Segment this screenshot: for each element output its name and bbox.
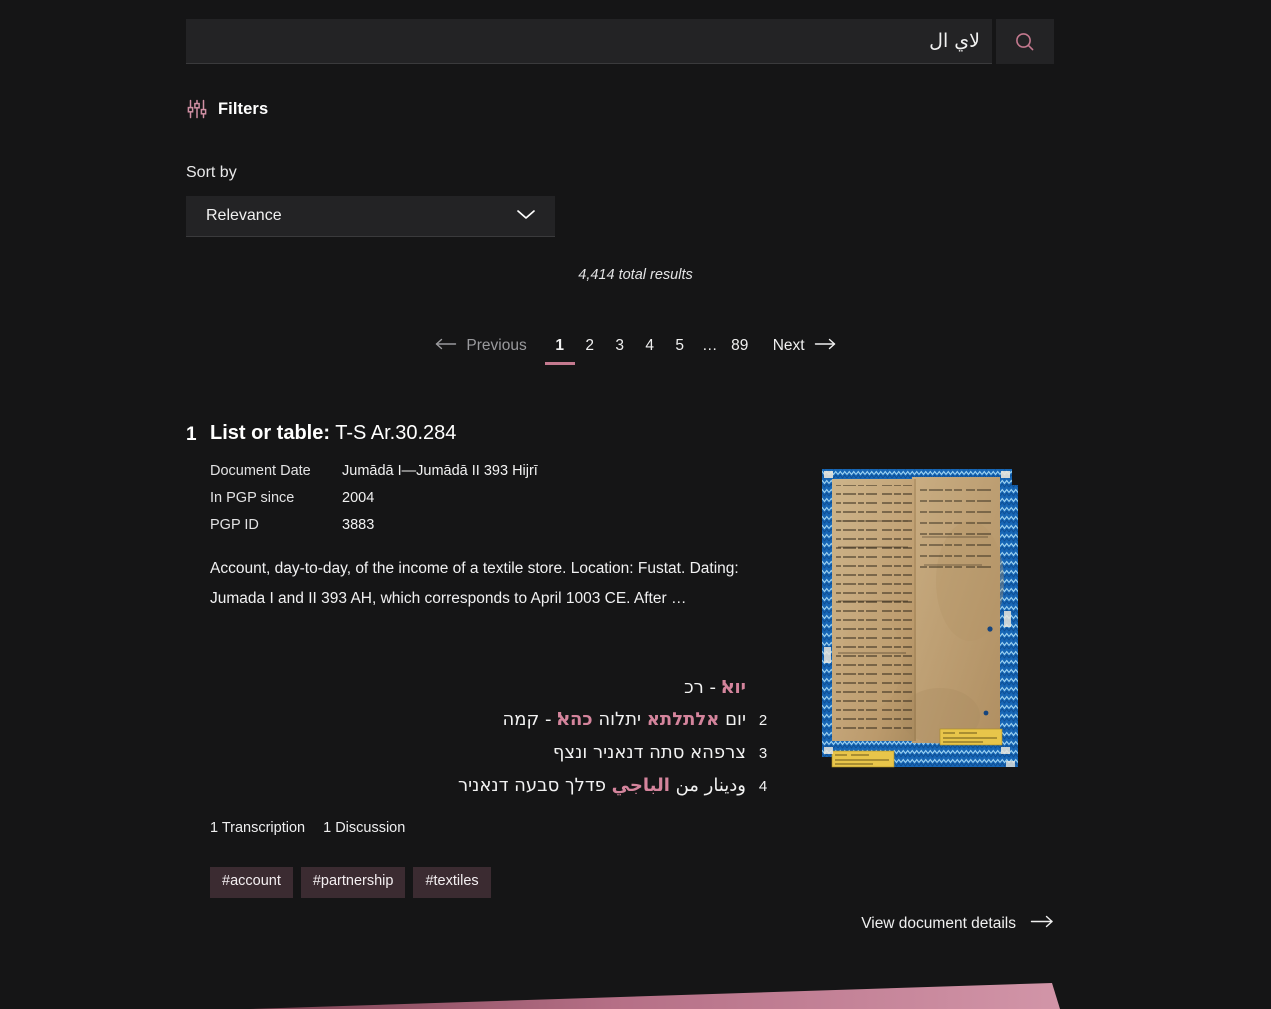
- transcription-snippet: יוﭏ - רכ 2 יום אלתלתא יתלוה כהﭏ - קמה 3 …: [210, 672, 780, 803]
- result-tags: #account #partnership #textiles: [210, 867, 491, 898]
- transcription-line: יוﭏ - רכ: [210, 672, 780, 704]
- search-input[interactable]: [198, 19, 980, 63]
- transcription-plain: פדלך סבעה דנאניר: [457, 775, 612, 796]
- search-results-page: Filters Sort by Relevance 4,414 total re…: [0, 0, 1271, 1009]
- manuscript-thumbnail-image: [820, 461, 1032, 783]
- arrow-right-icon: [1030, 915, 1054, 933]
- metadata-key: Document Date: [210, 463, 311, 479]
- metadata-row: Document Date Jumādā I—Jumādā II 393 Hij…: [210, 458, 538, 485]
- footer-decoration: [0, 961, 1271, 1009]
- sort-by-value: Relevance: [206, 207, 282, 224]
- pagination: Previous 1 2 3 4 5 … 89 Next: [0, 337, 1271, 365]
- transcription-line-text: ودينار من الباجي פדלך סבעה דנאניר: [210, 770, 746, 802]
- view-document-details-label: View document details: [861, 915, 1016, 932]
- pagination-page-3[interactable]: 3: [605, 337, 635, 362]
- transcription-line-number: 4: [758, 778, 768, 795]
- transcription-plain: - רכ: [684, 677, 722, 698]
- transcription-plain: - קמה: [502, 709, 558, 730]
- result-counts: 1 Transcription 1 Discussion: [210, 820, 405, 836]
- transcription-highlight: יוﭏ: [721, 677, 746, 698]
- search-input-container: [186, 19, 992, 64]
- transcription-line-number: 2: [758, 712, 768, 729]
- filters-toggle[interactable]: Filters: [186, 98, 268, 120]
- pagination-previous[interactable]: Previous: [425, 337, 536, 355]
- arrow-left-icon: [435, 337, 457, 355]
- transcription-plain: ودينار من: [669, 775, 746, 796]
- pink-wedge-shape: [250, 983, 1060, 1009]
- pagination-next-label: Next: [772, 337, 805, 354]
- pagination-page-last[interactable]: 89: [725, 337, 755, 362]
- arrow-right-icon: [814, 337, 836, 355]
- pagination-previous-label: Previous: [466, 337, 527, 354]
- transcription-line: 2 יום אלתלתא יתלוה כהﭏ - קמה: [210, 704, 780, 737]
- result-doctype: List or table:: [210, 422, 331, 444]
- transcription-line: 4 ودينار من الباجي פדלך סבעה דנאניר: [210, 770, 780, 803]
- transcription-highlight: אלתלתא: [646, 709, 720, 730]
- transcription-line-number: 3: [758, 745, 768, 762]
- pagination-page-2[interactable]: 2: [575, 337, 605, 362]
- total-results-count: 4,414 total results: [578, 267, 693, 283]
- sort-by-label: Sort by: [186, 164, 237, 181]
- transcription-plain: יום: [719, 709, 746, 730]
- transcription-line: 3 צרפהא סתה דנאניר ונצף: [210, 737, 780, 770]
- pagination-pages: 1 2 3 4 5 … 89: [544, 337, 755, 365]
- tag-account[interactable]: #account: [210, 867, 293, 898]
- result-title[interactable]: List or table: T-S Ar.30.284: [210, 422, 456, 445]
- transcription-highlight: الباجي: [611, 775, 670, 796]
- pagination-page-1[interactable]: 1: [544, 337, 575, 365]
- search-submit-button[interactable]: [996, 19, 1054, 64]
- result-shelfmark: T-S Ar.30.284: [335, 422, 457, 444]
- view-document-details-link[interactable]: View document details: [861, 915, 1054, 933]
- tag-partnership[interactable]: #partnership: [300, 867, 406, 898]
- pagination-ellipsis: …: [701, 337, 718, 354]
- pagination-page-4[interactable]: 4: [635, 337, 665, 362]
- tag-textiles[interactable]: #textiles: [413, 867, 491, 898]
- transcription-line-text: צרפהא סתה דנאניר ונצף: [210, 737, 746, 769]
- metadata-key: In PGP since: [210, 490, 295, 506]
- search-icon: [1013, 30, 1037, 54]
- chevron-down-icon: [515, 207, 537, 226]
- metadata-row: PGP ID 3883: [210, 512, 538, 539]
- metadata-value: 2004: [342, 490, 375, 506]
- manuscript-thumbnail[interactable]: [820, 461, 1032, 783]
- transcription-plain: יתלוה: [592, 709, 647, 730]
- transcription-line-text: יוﭏ - רכ: [210, 672, 746, 704]
- transcription-plain: צרפהא סתה דנאניר ונצף: [552, 742, 746, 763]
- metadata-value: Jumādā I—Jumādā II 393 Hijrī: [342, 463, 538, 479]
- pagination-next[interactable]: Next: [763, 337, 846, 355]
- pagination-page-5[interactable]: 5: [665, 337, 695, 362]
- metadata-value: 3883: [342, 517, 375, 533]
- search-bar: [186, 19, 1054, 64]
- result-index-number: 1: [186, 424, 197, 445]
- filters-label: Filters: [218, 99, 269, 118]
- sliders-icon: [186, 98, 208, 120]
- sort-by-select[interactable]: Relevance: [186, 196, 555, 237]
- transcription-highlight: כהﭏ: [557, 709, 593, 730]
- transcription-line-text: יום אלתלתא יתלוה כהﭏ - קמה: [210, 704, 746, 736]
- discussion-count[interactable]: 1 Discussion: [323, 820, 405, 836]
- transcription-count[interactable]: 1 Transcription: [210, 820, 305, 836]
- result-metadata: Document Date Jumādā I—Jumādā II 393 Hij…: [210, 458, 538, 539]
- metadata-key: PGP ID: [210, 517, 259, 533]
- metadata-row: In PGP since 2004: [210, 485, 538, 512]
- result-description: Account, day-to-day, of the income of a …: [210, 560, 739, 607]
